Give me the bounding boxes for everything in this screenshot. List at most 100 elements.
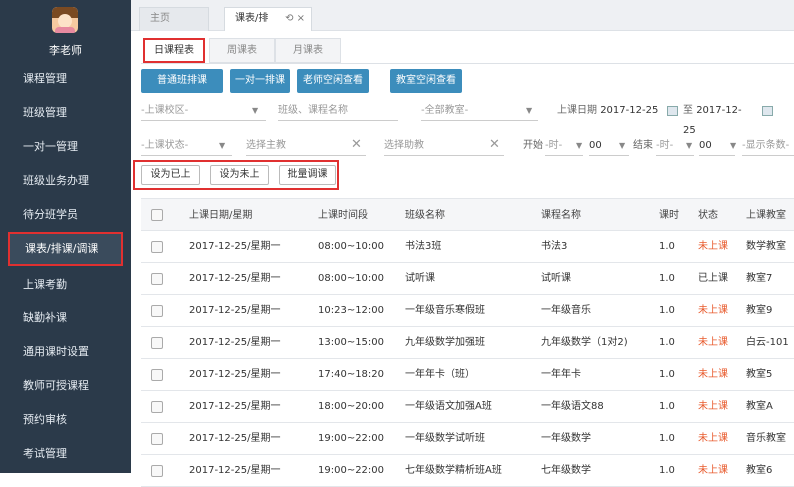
course-name-cell: 一年年卡 [541, 369, 581, 380]
column-header[interactable]: 上课教室 [746, 199, 786, 232]
classroom-cell: 教室5 [746, 369, 773, 380]
table-row[interactable]: 2017-12-25/星期一 13:00~15:00 九年级数学加强班 九年级数学（1… [141, 327, 794, 359]
course-name-cell: 七年级数学 [541, 465, 591, 476]
sidebar-item[interactable]: 通用课时设置 [0, 335, 131, 369]
sidebar-item[interactable]: 待分班学员 [0, 198, 131, 232]
row-checkbox[interactable] [151, 273, 163, 285]
column-header[interactable]: 课程名称 [541, 199, 581, 232]
campus-select-value: -上课校区- [141, 105, 189, 116]
hours-cell: 1.0 [659, 273, 675, 284]
status-select-value: -上课状态- [141, 140, 189, 151]
classroom-availability-button[interactable]: 教室空闲查看 [390, 69, 462, 93]
row-checkbox[interactable] [151, 401, 163, 413]
calendar-icon[interactable] [667, 106, 678, 116]
tab-daily[interactable]: 日课程表 [143, 38, 205, 63]
tab-home[interactable]: 主页 [139, 7, 209, 31]
sidebar-item[interactable]: 课表/排课/调课 [8, 232, 123, 266]
mark-done-button[interactable]: 设为已上 [141, 165, 200, 185]
tab-close-icon[interactable]: ⟲ × [285, 8, 305, 30]
course-name-cell: 书法3 [541, 241, 568, 252]
row-checkbox[interactable] [151, 465, 163, 477]
date-cell: 2017-12-25/星期一 [189, 433, 281, 444]
column-header[interactable]: 课时 [659, 199, 679, 232]
classroom-cell: 教室A [746, 401, 773, 412]
time-cell: 19:00~22:00 [318, 433, 385, 444]
tab-weekly[interactable]: 周课表 [209, 38, 275, 63]
tab-monthly[interactable]: 月课表 [275, 38, 341, 63]
table-row[interactable]: 2017-12-25/星期一 08:00~10:00 书法3班 书法3 1.0 未上课 数学… [141, 231, 794, 263]
column-header[interactable]: 状态 [698, 199, 718, 232]
time-cell: 13:00~15:00 [318, 337, 385, 348]
course-name-cell: 试听课 [541, 273, 571, 284]
time-cell: 08:00~10:00 [318, 273, 385, 284]
date-cell: 2017-12-25/星期一 [189, 241, 281, 252]
sidebar-item[interactable]: 上课考勤 [0, 268, 131, 302]
main-teacher-select[interactable]: 选择主教 [246, 136, 366, 156]
tab-schedule[interactable]: 课表/排 ⟲ × [224, 7, 312, 31]
row-checkbox[interactable] [151, 433, 163, 445]
classroom-select[interactable]: -全部教室- [421, 101, 538, 121]
column-header[interactable]: 上课时间段 [318, 199, 368, 232]
classroom-cell: 教室7 [746, 273, 773, 284]
sidebar-item[interactable]: 一对一管理 [0, 130, 131, 164]
one-on-one-schedule-button[interactable]: 一对一排课 [230, 69, 290, 93]
assistant-select[interactable]: 选择助教 [384, 136, 504, 156]
status-cell: 未上课 [698, 401, 728, 412]
regular-class-schedule-button[interactable]: 普通班排课 [141, 69, 223, 93]
classroom-cell: 音乐教室 [746, 433, 786, 444]
time-cell: 17:40~18:20 [318, 369, 385, 380]
divider [141, 63, 794, 64]
table-row[interactable]: 2017-12-25/星期一 18:00~20:00 一年级语文加强A班 一年级语文8… [141, 391, 794, 423]
class-course-search-input[interactable]: 班级、课程名称 [278, 101, 398, 121]
table-row[interactable]: 2017-12-25/星期一 17:40~18:20 一年年卡（班） 一年年卡 1.0 未… [141, 359, 794, 391]
table-row[interactable]: 2017-12-25/星期一 19:00~22:00 七年级数学精析班A班 七年级数学… [141, 455, 794, 487]
mark-undone-button[interactable]: 设为未上 [210, 165, 269, 185]
sidebar-item[interactable]: 预约审核 [0, 403, 131, 437]
sidebar: 李老师 课程管理 班级管理 一对一管理 班级业务办理 待分班学员 课表/排课/调课 上课考勤… [0, 0, 131, 473]
course-name-cell: 一年级数学 [541, 433, 591, 444]
class-name-cell: 书法3班 [405, 241, 442, 252]
assistant-placeholder: 选择助教 [384, 140, 424, 151]
column-header[interactable]: 班级名称 [405, 199, 445, 232]
class-name-cell: 一年年卡（班） [405, 369, 475, 380]
hours-cell: 1.0 [659, 465, 675, 476]
date-to-field[interactable]: 至 2017-12-25 [683, 101, 753, 136]
sidebar-item[interactable]: 考试管理 [0, 437, 131, 471]
clear-icon[interactable]: ✕ [351, 137, 362, 152]
top-tab-bar: 主页 课表/排 ⟲ × [131, 0, 794, 31]
sidebar-item[interactable]: 班级业务办理 [0, 164, 131, 198]
column-header[interactable]: 上课日期/星期 [189, 199, 252, 232]
row-checkbox[interactable] [151, 241, 163, 253]
tab-schedule-label: 课表/排 [235, 13, 269, 24]
sidebar-item[interactable]: 缺勤补课 [0, 301, 131, 335]
sidebar-item[interactable]: 课程管理 [0, 62, 131, 96]
sidebar-item[interactable]: 班级管理 [0, 96, 131, 130]
campus-select[interactable]: -上课校区- [141, 101, 266, 121]
hours-cell: 1.0 [659, 305, 675, 316]
time-cell: 10:23~12:00 [318, 305, 385, 316]
table-row[interactable]: 2017-12-25/星期一 19:00~22:00 一年级数学试听班 一年级数学 1.… [141, 423, 794, 455]
hours-cell: 1.0 [659, 369, 675, 380]
date-cell: 2017-12-25/星期一 [189, 369, 281, 380]
classroom-select-value: -全部教室- [421, 105, 469, 116]
page-size-select[interactable]: -显示条数- [742, 136, 794, 156]
chevron-down-icon: ▼ [619, 141, 626, 150]
calendar-icon[interactable] [762, 106, 773, 116]
clear-icon[interactable]: ✕ [489, 137, 500, 152]
row-checkbox[interactable] [151, 337, 163, 349]
user-avatar[interactable] [52, 7, 78, 33]
date-cell: 2017-12-25/星期一 [189, 305, 281, 316]
row-checkbox[interactable] [151, 305, 163, 317]
table-header: 上课日期/星期 上课时间段 班级名称 课程名称 课时 状态 上课教室 [141, 198, 794, 231]
sidebar-item[interactable]: 教师可授课程 [0, 369, 131, 403]
row-checkbox[interactable] [151, 369, 163, 381]
select-all-checkbox[interactable] [151, 209, 163, 221]
table-row[interactable]: 2017-12-25/星期一 08:00~10:00 试听课 试听课 1.0 已上课 教室7 [141, 263, 794, 295]
batch-reschedule-button[interactable]: 批量调课 [279, 165, 336, 185]
table-row[interactable]: 2017-12-25/星期一 10:23~12:00 一年级音乐寒假班 一年级音乐 1.… [141, 295, 794, 327]
classroom-cell: 白云-101 [746, 337, 789, 348]
teacher-availability-button[interactable]: 老师空闲查看 [297, 69, 369, 93]
hours-cell: 1.0 [659, 241, 675, 252]
start-label: 开始 [523, 140, 543, 151]
date-label: 上课日期 [557, 105, 597, 116]
